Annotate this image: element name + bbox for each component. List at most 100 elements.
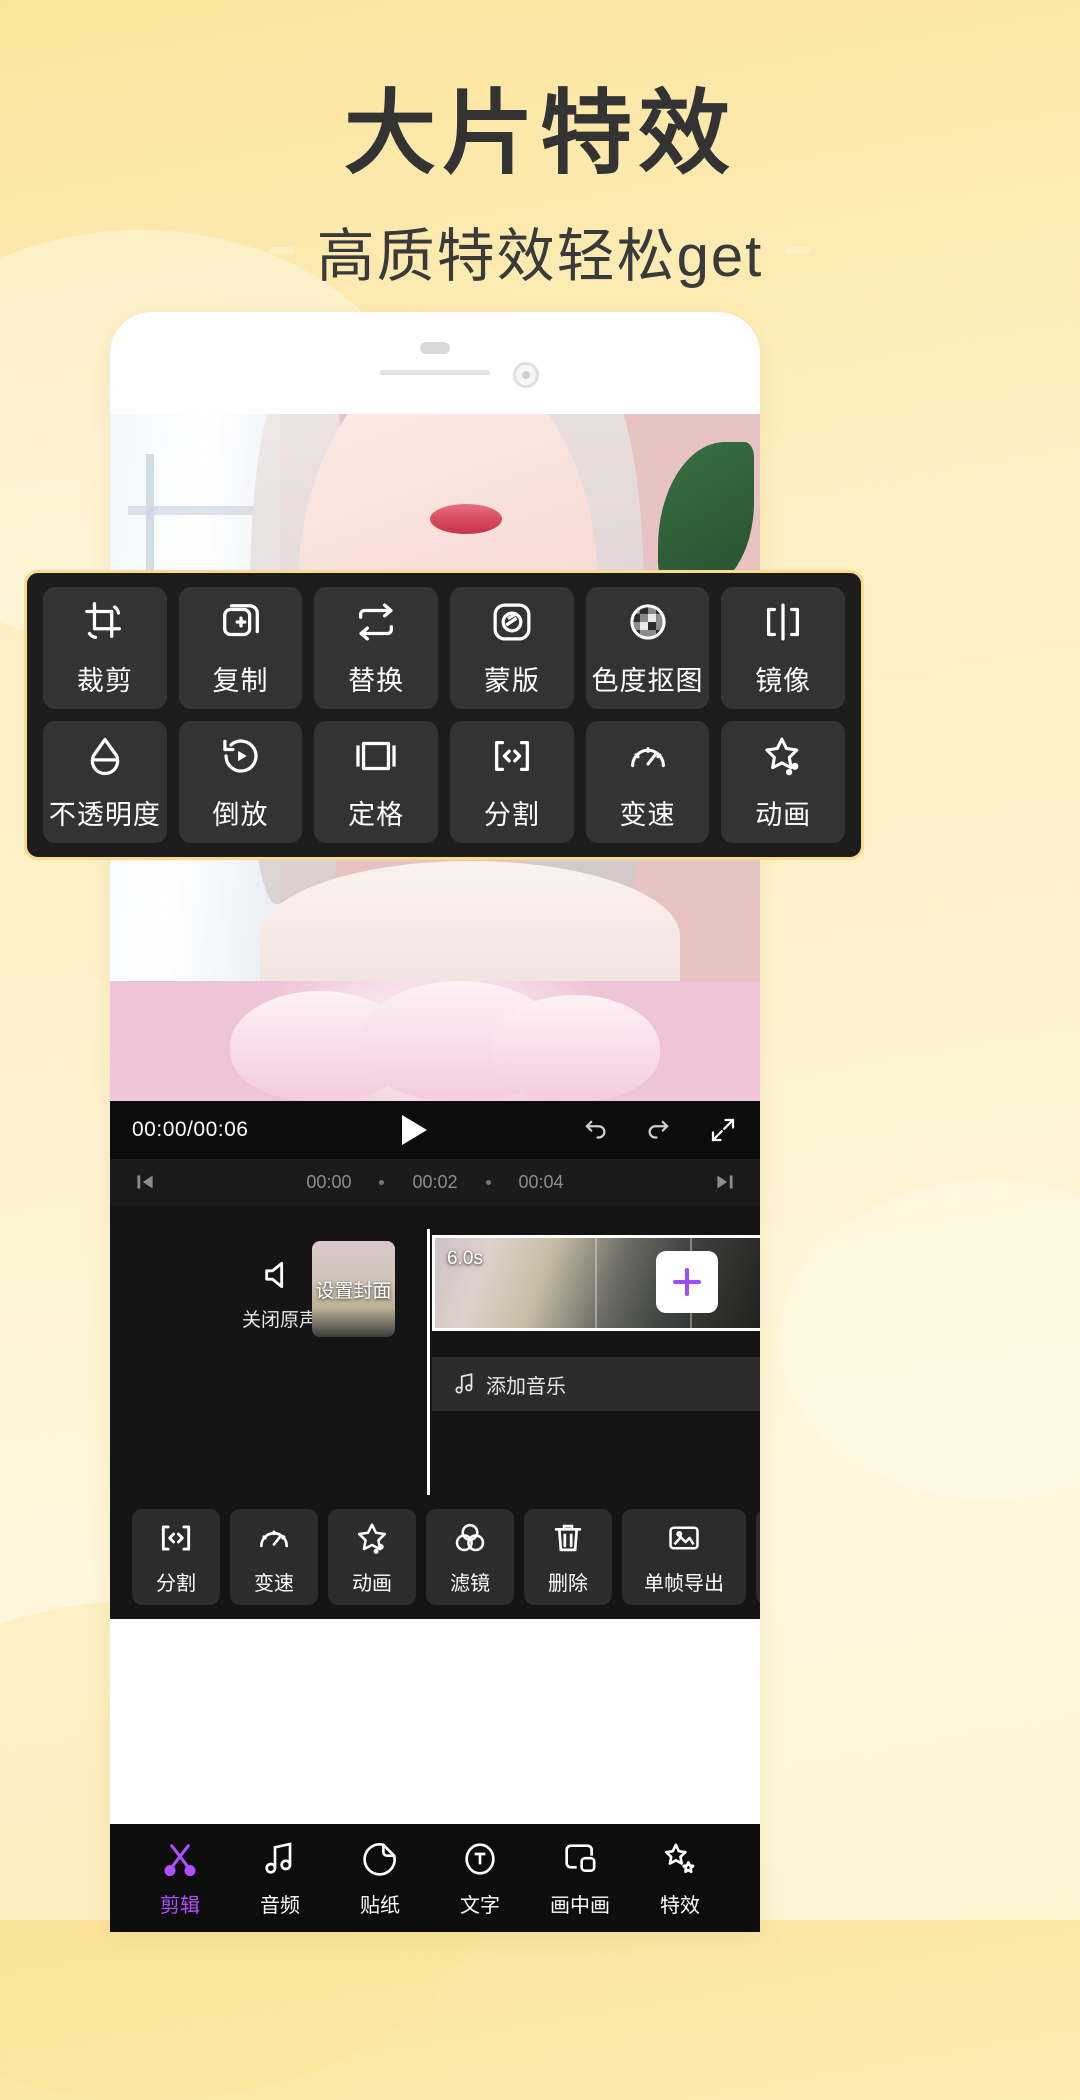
nav-item-effects[interactable]: 特效 bbox=[630, 1839, 730, 1918]
clip-tool-label: 分割 bbox=[156, 1567, 196, 1596]
effect-label: 不透明度 bbox=[49, 793, 161, 832]
nav-item-audio[interactable]: 音频 bbox=[230, 1839, 330, 1918]
nav-item-text[interactable]: 文字 bbox=[430, 1839, 530, 1918]
nav-label: 文字 bbox=[460, 1889, 500, 1918]
effects-row-2: 不透明度 倒放 定格 分割 变速 bbox=[43, 721, 845, 843]
effect-opacity[interactable]: 不透明度 bbox=[43, 721, 167, 843]
effects-tool-panel: 裁剪 复制 替换 蒙版 bbox=[24, 570, 864, 860]
ruler-dot bbox=[486, 1180, 491, 1185]
preview-lips bbox=[430, 504, 502, 534]
opacity-icon bbox=[82, 733, 128, 779]
plus-icon bbox=[673, 1280, 701, 1284]
effect-replace[interactable]: 替换 bbox=[314, 587, 438, 709]
playback-bar: 00:00/00:06 bbox=[110, 1101, 760, 1159]
timeline-area[interactable]: 关闭原声 设置封面 6.0s 添加音乐 分 bbox=[110, 1205, 760, 1619]
chroma-key-icon bbox=[625, 599, 671, 645]
redo-button[interactable] bbox=[644, 1115, 674, 1145]
play-button[interactable] bbox=[248, 1115, 580, 1145]
effect-speed[interactable]: 变速 bbox=[586, 721, 710, 843]
animation-icon bbox=[760, 733, 806, 779]
pip-icon bbox=[560, 1839, 600, 1879]
clip-tool-export-frame[interactable]: 单帧导出 bbox=[622, 1509, 746, 1605]
text-icon bbox=[460, 1839, 500, 1879]
undo-icon bbox=[580, 1115, 610, 1145]
effect-label: 色度抠图 bbox=[592, 659, 704, 698]
clip-tool-split[interactable]: 分割 bbox=[132, 1509, 220, 1605]
effect-mask[interactable]: 蒙版 bbox=[450, 587, 574, 709]
page-title: 大片特效 bbox=[0, 86, 1080, 183]
clip-duration-label: 6.0s bbox=[447, 1248, 483, 1270]
playback-actions bbox=[580, 1115, 738, 1145]
speed-icon bbox=[625, 733, 671, 779]
effect-mirror[interactable]: 镜像 bbox=[721, 587, 845, 709]
nav-item-sticker[interactable]: 贴纸 bbox=[330, 1839, 430, 1918]
animation-icon bbox=[353, 1519, 391, 1557]
clip-tool-label: 变速 bbox=[254, 1567, 294, 1596]
music-note-icon bbox=[452, 1371, 478, 1397]
set-cover-button[interactable]: 设置封面 bbox=[312, 1241, 395, 1337]
filter-icon bbox=[451, 1519, 489, 1557]
effect-label: 替换 bbox=[348, 659, 404, 698]
clip-tool-label: 单帧导出 bbox=[644, 1567, 724, 1596]
export-frame-icon bbox=[665, 1519, 703, 1557]
music-note-icon bbox=[260, 1839, 300, 1879]
effects-icon bbox=[660, 1839, 700, 1879]
effects-row-1: 裁剪 复制 替换 蒙版 bbox=[43, 587, 845, 709]
phone-mockup: 00:00/00:06 bbox=[110, 312, 760, 1932]
effect-label: 分割 bbox=[484, 793, 540, 832]
effect-crop[interactable]: 裁剪 bbox=[43, 587, 167, 709]
redo-icon bbox=[644, 1115, 674, 1145]
split-icon bbox=[157, 1519, 195, 1557]
clip-tool-more[interactable] bbox=[756, 1509, 760, 1605]
undo-button[interactable] bbox=[580, 1115, 610, 1145]
clip-tool-label: 删除 bbox=[548, 1567, 588, 1596]
subtitle-dash-right bbox=[785, 247, 811, 254]
speaker-mute-icon bbox=[258, 1255, 302, 1295]
nav-item-edit[interactable]: 剪辑 bbox=[130, 1839, 230, 1918]
effect-label: 倒放 bbox=[213, 793, 269, 832]
timeline-ruler: 00:00 00:02 00:04 bbox=[110, 1159, 760, 1205]
earpiece-speaker bbox=[420, 342, 450, 354]
preview-petal bbox=[490, 995, 660, 1101]
cover-label: 设置封面 bbox=[315, 1276, 391, 1303]
subtitle-row: 高质特效轻松get bbox=[0, 209, 1080, 293]
effect-freeze-frame[interactable]: 定格 bbox=[314, 721, 438, 843]
ruler-tick: 00:02 bbox=[412, 1172, 457, 1193]
trash-icon bbox=[549, 1519, 587, 1557]
ruler-tick: 00:04 bbox=[519, 1172, 564, 1193]
scissors-icon bbox=[160, 1839, 200, 1879]
add-music-button[interactable]: 添加音乐 bbox=[432, 1357, 760, 1411]
speed-icon bbox=[255, 1519, 293, 1557]
ruler-tick: 00:00 bbox=[306, 1172, 351, 1193]
effect-animation[interactable]: 动画 bbox=[721, 721, 845, 843]
clip-tool-delete[interactable]: 删除 bbox=[524, 1509, 612, 1605]
add-clip-button[interactable] bbox=[656, 1251, 718, 1313]
clip-tool-animation[interactable]: 动画 bbox=[328, 1509, 416, 1605]
effect-split[interactable]: 分割 bbox=[450, 721, 574, 843]
crop-icon bbox=[82, 599, 128, 645]
effect-duplicate[interactable]: 复制 bbox=[179, 587, 303, 709]
mute-original-audio-button[interactable]: 关闭原声 bbox=[242, 1255, 318, 1332]
subtitle-dash-left bbox=[269, 247, 295, 254]
nav-item-filter[interactable]: 滤镜 bbox=[730, 1839, 760, 1918]
nav-item-pip[interactable]: 画中画 bbox=[530, 1839, 630, 1918]
clip-tool-filter[interactable]: 滤镜 bbox=[426, 1509, 514, 1605]
effect-label: 定格 bbox=[348, 793, 404, 832]
effect-label: 复制 bbox=[213, 659, 269, 698]
mute-label: 关闭原声 bbox=[242, 1305, 318, 1332]
ruler-ticks: 00:00 00:02 00:04 bbox=[110, 1172, 760, 1193]
clip-tool-label: 滤镜 bbox=[450, 1567, 490, 1596]
background-blob-right bbox=[780, 1180, 1080, 1500]
effect-reverse[interactable]: 倒放 bbox=[179, 721, 303, 843]
fullscreen-icon bbox=[708, 1115, 738, 1145]
effect-chroma-key[interactable]: 色度抠图 bbox=[586, 587, 710, 709]
effect-label: 裁剪 bbox=[77, 659, 133, 698]
effect-label: 蒙版 bbox=[484, 659, 540, 698]
fullscreen-button[interactable] bbox=[708, 1115, 738, 1145]
clip-tool-speed[interactable]: 变速 bbox=[230, 1509, 318, 1605]
sticker-icon bbox=[360, 1839, 400, 1879]
nav-label: 贴纸 bbox=[360, 1889, 400, 1918]
video-preview-lower[interactable] bbox=[110, 981, 760, 1101]
duplicate-icon bbox=[218, 599, 264, 645]
phone-notch bbox=[110, 312, 760, 414]
